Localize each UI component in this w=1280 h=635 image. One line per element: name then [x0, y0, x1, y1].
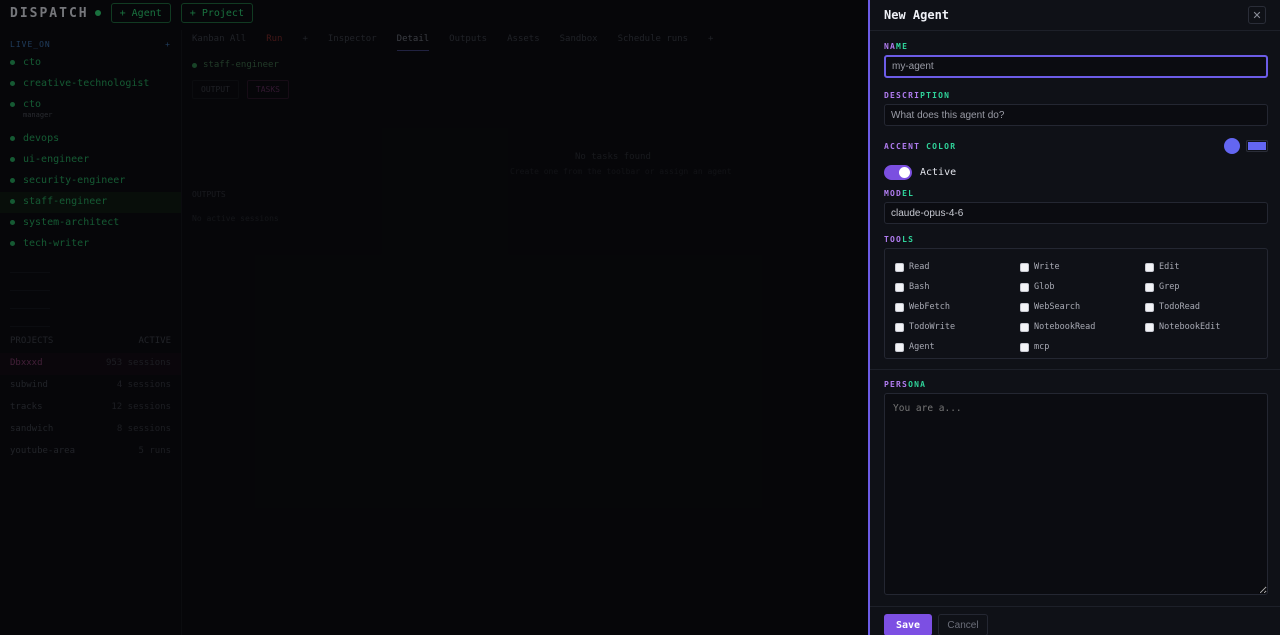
- tool-read[interactable]: Read: [895, 257, 1020, 277]
- description-label: DESCRIPTION: [884, 91, 951, 100]
- divider: [870, 369, 1280, 370]
- tools-field-group: TOOLS Read Write Edit Bash Glob Grep Web…: [884, 235, 1268, 359]
- tool-bash[interactable]: Bash: [895, 277, 1020, 297]
- name-field-group: NAME: [884, 42, 1268, 78]
- persona-label: PERSONA: [884, 380, 927, 389]
- new-agent-panel: New Agent ✕ NAME DESCRIPTION ACCENT COLO…: [868, 0, 1280, 635]
- checkbox[interactable]: [1020, 322, 1029, 332]
- tool-label: mcp: [1034, 342, 1050, 352]
- active-label: Active: [920, 166, 957, 178]
- toggle-knob: [899, 166, 910, 178]
- panel-title: New Agent: [884, 8, 950, 22]
- tool-glob[interactable]: Glob: [1020, 277, 1145, 297]
- tools-label: TOOLS: [884, 235, 915, 244]
- tool-edit[interactable]: Edit: [1145, 257, 1270, 277]
- tool-agent[interactable]: Agent: [895, 337, 1020, 357]
- tool-label: Edit: [1159, 262, 1180, 272]
- checkbox[interactable]: [895, 282, 904, 292]
- model-field-group: MODEL: [884, 189, 1268, 224]
- accent-color-swatch[interactable]: [1224, 138, 1240, 154]
- save-button[interactable]: Save: [884, 614, 932, 635]
- modal-backdrop[interactable]: [0, 0, 870, 635]
- tool-todowrite[interactable]: TodoWrite: [895, 317, 1020, 337]
- tool-webfetch[interactable]: WebFetch: [895, 297, 1020, 317]
- tool-label: WebFetch: [909, 302, 950, 312]
- checkbox[interactable]: [1145, 322, 1154, 332]
- panel-header: New Agent ✕: [870, 0, 1280, 31]
- cancel-button[interactable]: Cancel: [938, 614, 988, 635]
- tool-label: Read: [909, 262, 930, 272]
- model-input[interactable]: [884, 202, 1268, 224]
- checkbox[interactable]: [1145, 302, 1154, 312]
- checkbox[interactable]: [1145, 262, 1154, 272]
- accent-color-controls: [1224, 138, 1268, 154]
- tool-label: Bash: [909, 282, 930, 292]
- name-input[interactable]: [884, 55, 1268, 78]
- active-toggle[interactable]: [884, 164, 912, 180]
- color-preview: [1248, 142, 1266, 150]
- tool-label: TodoRead: [1159, 302, 1200, 312]
- checkbox[interactable]: [895, 342, 904, 352]
- checkbox[interactable]: [1020, 282, 1029, 292]
- checkbox[interactable]: [1145, 282, 1154, 292]
- checkbox[interactable]: [1020, 342, 1029, 352]
- accent-color-picker[interactable]: [1246, 140, 1268, 152]
- description-field-group: DESCRIPTION: [884, 91, 1268, 126]
- tool-label: Write: [1034, 262, 1060, 272]
- tool-notebookread[interactable]: NotebookRead: [1020, 317, 1145, 337]
- tool-label: NotebookRead: [1034, 322, 1096, 332]
- accent-color-row: ACCENT COLOR: [884, 138, 1268, 154]
- form: NAME DESCRIPTION ACCENT COLOR Active MOD…: [870, 42, 1280, 600]
- checkbox[interactable]: [895, 322, 904, 332]
- model-label: MODEL: [884, 189, 915, 198]
- persona-textarea[interactable]: [884, 393, 1268, 595]
- tool-grep[interactable]: Grep: [1145, 277, 1270, 297]
- active-row: Active: [884, 164, 1268, 180]
- tool-write[interactable]: Write: [1020, 257, 1145, 277]
- tools-grid: Read Write Edit Bash Glob Grep WebFetch …: [884, 248, 1268, 359]
- checkbox[interactable]: [895, 262, 904, 272]
- tool-label: TodoWrite: [909, 322, 956, 332]
- tool-label: Glob: [1034, 282, 1055, 292]
- tool-label: WebSearch: [1034, 302, 1081, 312]
- persona-field-group: PERSONA: [884, 380, 1268, 600]
- tool-label: Agent: [909, 342, 935, 352]
- panel-footer: Save Cancel: [870, 606, 1280, 635]
- description-input[interactable]: [884, 104, 1268, 126]
- checkbox[interactable]: [895, 302, 904, 312]
- close-icon: ✕: [1252, 9, 1262, 22]
- tool-todoread[interactable]: TodoRead: [1145, 297, 1270, 317]
- checkbox[interactable]: [1020, 262, 1029, 272]
- accent-color-label: ACCENT COLOR: [884, 141, 957, 151]
- tool-notebookedit[interactable]: NotebookEdit: [1145, 317, 1270, 337]
- checkbox[interactable]: [1020, 302, 1029, 312]
- name-label: NAME: [884, 42, 909, 51]
- tool-mcp[interactable]: mcp: [1020, 337, 1145, 357]
- tool-label: Grep: [1159, 282, 1180, 292]
- tool-label: NotebookEdit: [1159, 322, 1221, 332]
- tool-websearch[interactable]: WebSearch: [1020, 297, 1145, 317]
- close-button[interactable]: ✕: [1248, 6, 1266, 24]
